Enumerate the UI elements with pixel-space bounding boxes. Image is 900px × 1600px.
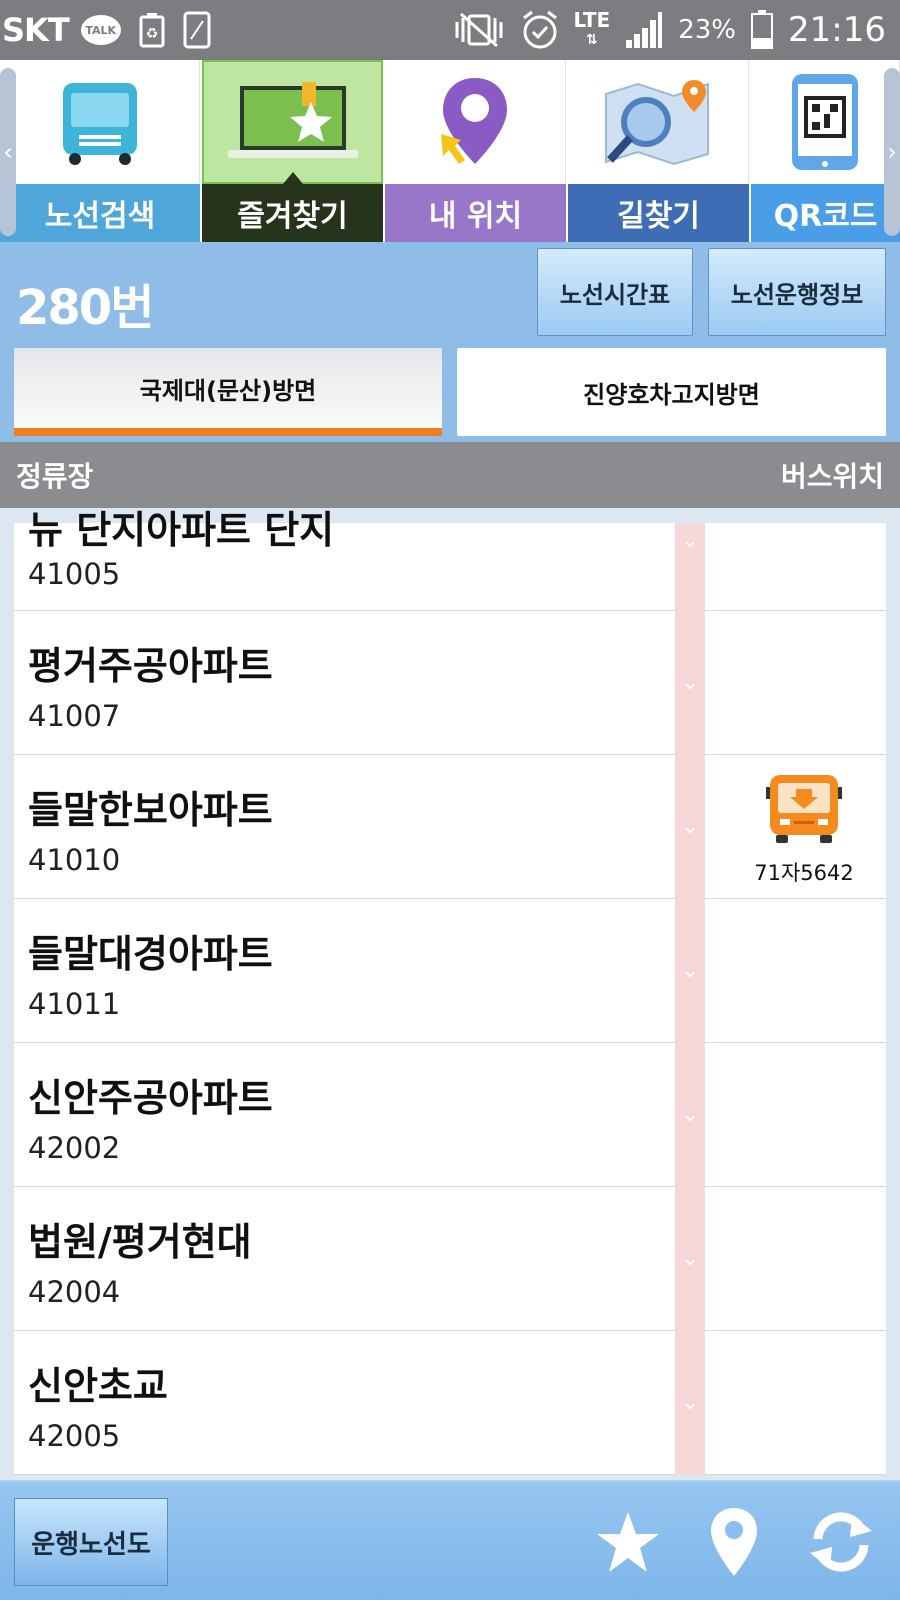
stop-name: 평거주공아파트 (28, 644, 273, 688)
kakaotalk-icon: TALK (80, 15, 121, 45)
stop-name: 들말대경아파트 (28, 932, 273, 976)
tab-label: 노선검색 (0, 184, 200, 242)
svg-text:♻: ♻ (145, 26, 158, 42)
stop-list: 뉴 단지아파트 단지 41005 ⌄ 평거주공아파트 41007 ⌄ 들말한보아… (14, 508, 886, 1475)
stop-code: 41007 (28, 699, 121, 733)
battery-icon (751, 10, 774, 49)
stop-code: 41010 (28, 843, 121, 877)
qr-phone-icon (792, 74, 858, 170)
chevron-down-icon: ⌄ (680, 670, 700, 695)
clock: 21:16 (788, 10, 886, 50)
route-header: 280번 노선시간표 노선운행정보 국제대(문산)방면 진양호차고지방면 (0, 242, 900, 442)
stop-code: 41005 (28, 557, 121, 591)
tab-label: 내 위치 (385, 184, 566, 242)
network-type: LTE ⇅ (573, 8, 611, 48)
direction-tab-munsan[interactable]: 국제대(문산)방면 (14, 348, 442, 436)
location-pin-icon (711, 1508, 757, 1576)
stop-name: 뉴 단지아파트 단지 (28, 508, 335, 552)
timetable-button[interactable]: 노선시간표 (537, 248, 693, 336)
list-item[interactable]: 법원/평거현대 42004 ⌄ (14, 1187, 886, 1331)
bus-plate-number: 71자5642 (754, 861, 854, 885)
stop-code: 41011 (28, 987, 121, 1021)
route-number: 280번 (16, 280, 154, 336)
stop-name: 신안초교 (28, 1364, 168, 1408)
stop-list-header: 정류장 버스위치 (0, 442, 900, 508)
refresh-icon (810, 1512, 872, 1572)
refresh-button[interactable] (805, 1506, 877, 1578)
battery-percent: 23% (678, 15, 737, 45)
tab-label: 길찾기 (568, 184, 749, 242)
alarm-icon (523, 10, 558, 49)
tab-scroll-left-button[interactable]: ‹ (0, 68, 16, 236)
list-item[interactable]: 뉴 단지아파트 단지 41005 ⌄ (14, 508, 886, 611)
stop-name: 신안주공아파트 (28, 1076, 273, 1120)
list-item[interactable]: 신안주공아파트 42002 ⌄ (14, 1043, 886, 1187)
location-pin-icon (441, 78, 507, 164)
stop-name: 들말한보아파트 (28, 788, 273, 832)
list-item[interactable]: 신안초교 42005 ⌄ (14, 1331, 886, 1475)
bottom-toolbar: 운행노선도 (0, 1480, 900, 1600)
stops-column-header: 정류장 (16, 460, 94, 493)
network-label: LTE (573, 8, 611, 32)
tab-scroll-right-button[interactable]: › (884, 68, 900, 236)
chevron-down-icon: ⌄ (680, 814, 700, 839)
my-location-button[interactable] (698, 1506, 770, 1578)
tab-directions[interactable]: 길찾기 (568, 60, 749, 242)
add-favorite-button[interactable] (592, 1506, 664, 1578)
tab-qr-code[interactable]: QR코드 (751, 60, 900, 242)
chevron-left-icon: ‹ (3, 138, 13, 166)
chevron-down-icon: ⌄ (680, 1390, 700, 1415)
phone-icon (183, 11, 211, 49)
list-item[interactable]: 들말한보아파트 41010 ⌄ 71자5642 (14, 755, 886, 899)
tab-my-location[interactable]: 내 위치 (385, 60, 566, 242)
route-map-button[interactable]: 운행노선도 (14, 1498, 168, 1586)
recycle-icon: ♻ (139, 13, 165, 48)
stop-code: 42004 (28, 1275, 121, 1309)
bus-position-column-header: 버스위치 (780, 460, 884, 493)
map-search-icon (605, 80, 709, 166)
signal-icon (626, 12, 663, 48)
tab-label: QR코드 (751, 184, 900, 242)
stop-code: 42005 (28, 1419, 121, 1453)
chevron-down-icon: ⌄ (680, 1102, 700, 1127)
favorites-laptop-icon (227, 82, 358, 158)
bus-icon (766, 775, 842, 843)
main-tab-strip: 노선검색 즐겨찾기 내 위치 길찾기 QR코드 ‹ › (0, 60, 900, 242)
direction-tab-jinyangho[interactable]: 진양호차고지방면 (457, 348, 886, 436)
stop-code: 42002 (28, 1131, 121, 1165)
list-item[interactable]: 평거주공아파트 41007 ⌄ (14, 611, 886, 755)
tab-route-search[interactable]: 노선검색 (0, 60, 200, 242)
carrier-label: SKT (2, 11, 70, 49)
tab-favorites[interactable]: 즐겨찾기 (202, 60, 383, 242)
star-icon (597, 1512, 659, 1572)
status-bar: SKT TALK ♻ LTE ⇅ 23% 21:16 (0, 0, 900, 60)
chevron-down-icon: ⌄ (680, 528, 700, 553)
mute-vibrate-icon (455, 12, 503, 48)
route-info-button[interactable]: 노선운행정보 (708, 248, 886, 336)
stop-name: 법원/평거현대 (28, 1220, 252, 1264)
chevron-down-icon: ⌄ (680, 958, 700, 983)
bus-position-marker[interactable]: 71자5642 (734, 773, 874, 887)
bus-icon (62, 83, 137, 165)
stop-list-scroll[interactable]: 뉴 단지아파트 단지 41005 ⌄ 평거주공아파트 41007 ⌄ 들말한보아… (0, 508, 900, 1480)
tab-label: 즐겨찾기 (202, 172, 383, 242)
chevron-down-icon: ⌄ (680, 1246, 700, 1271)
list-item[interactable]: 들말대경아파트 41011 ⌄ (14, 899, 886, 1043)
chevron-right-icon: › (887, 138, 897, 166)
